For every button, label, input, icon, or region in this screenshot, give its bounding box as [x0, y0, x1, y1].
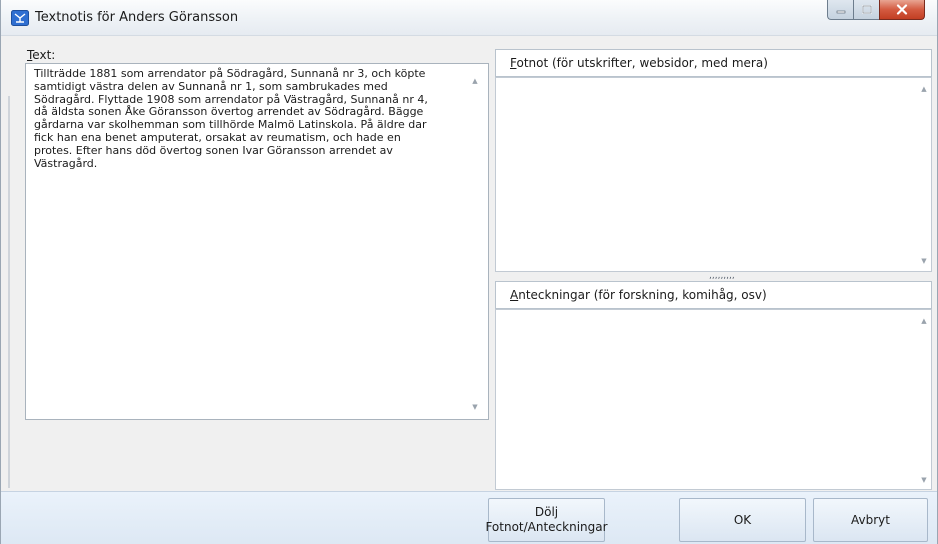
- minimize-button[interactable]: [827, 0, 853, 20]
- footnote-scroll-up-icon[interactable]: ▲: [919, 84, 929, 94]
- notes-scroll-up-icon[interactable]: ▲: [919, 316, 929, 326]
- ok-button[interactable]: OK: [679, 498, 806, 542]
- footnote-textarea[interactable]: ▲ ▼: [495, 77, 932, 272]
- title-bar[interactable]: Textnotis för Anders Göransson: [1, 0, 937, 36]
- notes-textarea[interactable]: ▲ ▼: [495, 309, 932, 490]
- button-bar: Dölj Fotnot/Anteckningar OK Avbryt: [1, 491, 937, 544]
- text-textarea[interactable]: Tillträdde 1881 som arrendator på Södrag…: [25, 63, 489, 420]
- hide-button-line1: Dölj: [534, 505, 559, 519]
- notes-label-mnemonic: A: [510, 288, 519, 302]
- resize-edge[interactable]: [8, 96, 10, 488]
- close-button[interactable]: [879, 0, 925, 20]
- splitter-grip-icon[interactable]: ,,,,,,,,,: [709, 272, 735, 281]
- text-content[interactable]: Tillträdde 1881 som arrendator på Södrag…: [34, 67, 464, 170]
- notes-header: Anteckningar (för forskning, komihåg, os…: [495, 281, 932, 309]
- family-tree-icon: [11, 10, 29, 26]
- dialog-window: Textnotis för Anders Göransson Text: Til…: [0, 0, 938, 544]
- text-label-rest: ext:: [32, 48, 56, 62]
- hide-button-line2: Fotnot/Anteckningar: [485, 520, 608, 534]
- text-label: Text:: [27, 48, 55, 62]
- caption-buttons: [827, 0, 925, 20]
- window-title: Textnotis för Anders Göransson: [35, 10, 239, 25]
- footnote-scroll-down-icon[interactable]: ▼: [919, 256, 929, 266]
- maximize-button[interactable]: [853, 0, 879, 20]
- hide-footnote-notes-button[interactable]: Dölj Fotnot/Anteckningar: [485, 498, 608, 542]
- maximize-icon: [861, 5, 872, 14]
- notes-scroll-down-icon[interactable]: ▼: [919, 475, 929, 485]
- cancel-button-label: Avbryt: [851, 512, 890, 527]
- scroll-down-icon[interactable]: ▼: [470, 402, 480, 412]
- close-icon: [896, 4, 908, 15]
- footnote-label-rest: otnot (för utskrifter, websidor, med mer…: [516, 56, 768, 70]
- footnote-header: Fotnot (för utskrifter, websidor, med me…: [495, 49, 932, 77]
- notes-label-rest: nteckningar (för forskning, komihåg, osv…: [518, 288, 767, 302]
- scroll-up-icon[interactable]: ▲: [470, 76, 480, 86]
- minimize-icon: [836, 10, 845, 13]
- ok-button-label: OK: [733, 512, 752, 527]
- cancel-button[interactable]: Avbryt: [813, 498, 928, 542]
